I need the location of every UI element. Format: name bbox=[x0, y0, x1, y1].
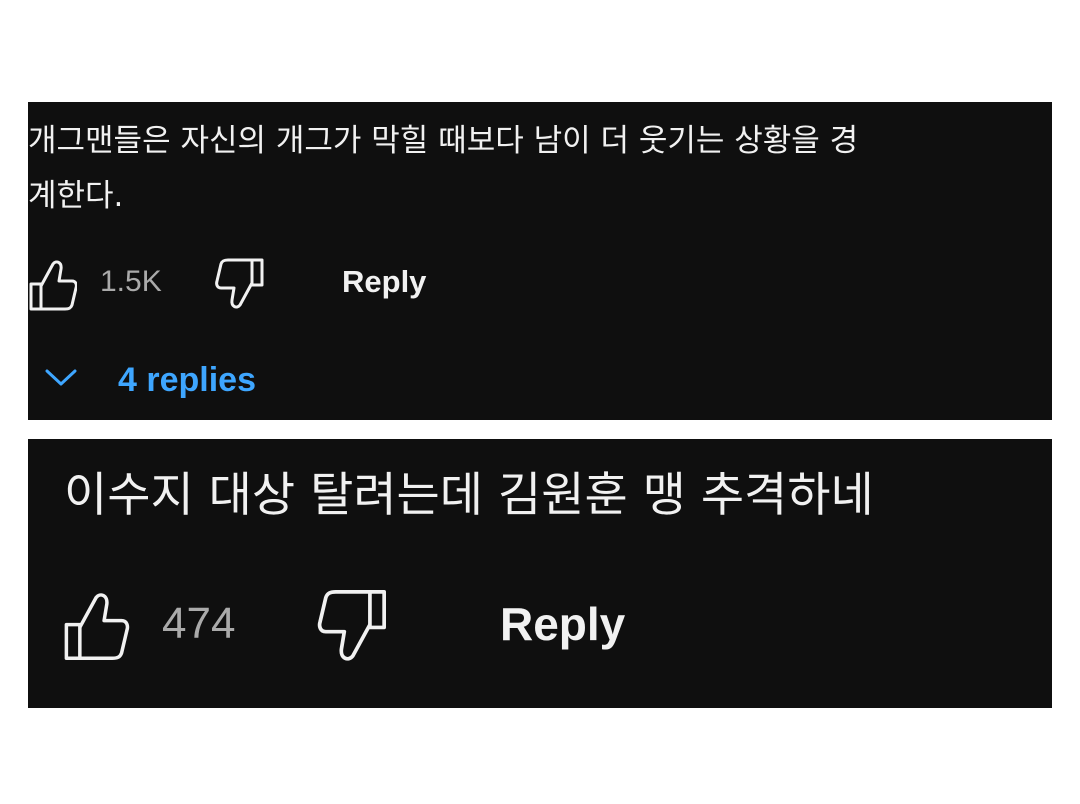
comment-card-2: 이수지 대상 탈려는데 김원훈 맹 추격하네 474 Reply bbox=[28, 439, 1052, 708]
comment-card-1: 개그맨들은 자신의 개그가 막힐 때보다 남이 더 웃기는 상황을 경 계한다.… bbox=[28, 102, 1052, 420]
like-count: 474 bbox=[162, 599, 236, 648]
chevron-down-icon bbox=[45, 369, 77, 386]
reply-button[interactable]: Reply bbox=[500, 599, 625, 649]
reply-button[interactable]: Reply bbox=[342, 262, 426, 302]
thumbs-down-icon[interactable] bbox=[308, 589, 392, 663]
comment-text: 이수지 대상 탈려는데 김원훈 맹 추격하네 bbox=[64, 468, 874, 523]
thumbs-up-icon[interactable] bbox=[58, 591, 134, 661]
thumbs-up-icon[interactable] bbox=[29, 259, 77, 311]
thumbs-down-icon[interactable] bbox=[210, 258, 266, 310]
comment-text: 계한다. bbox=[28, 178, 124, 214]
comment-text: 개그맨들은 자신의 개그가 막힐 때보다 남이 더 웃기는 상황을 경 bbox=[28, 123, 859, 159]
replies-count-label: 4 replies bbox=[118, 361, 256, 399]
like-count: 1.5K bbox=[100, 265, 162, 298]
